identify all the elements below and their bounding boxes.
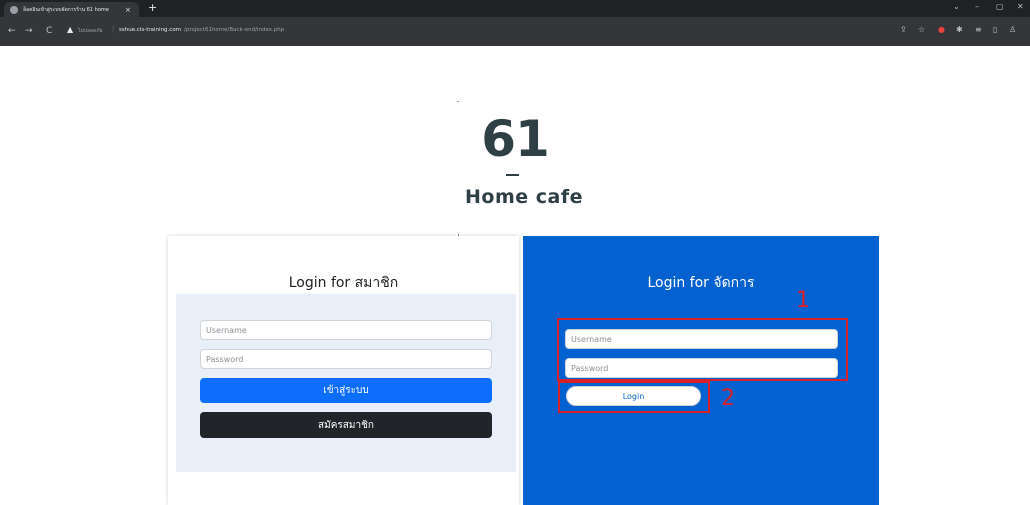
tab-search-icon[interactable]: ⌄ [953,2,960,11]
url-host: sshue.cis-training.com [119,27,182,33]
warning-icon: ▲ [67,25,74,34]
member-login-title: Login for สมาชิก [288,275,399,291]
minimize-button[interactable]: – [975,2,979,11]
member-password-input[interactable] [200,349,492,369]
forward-icon[interactable]: → [25,26,33,36]
url-path: /project61home/Back-end/index.php [184,27,285,33]
reload-icon[interactable]: C [46,26,52,36]
globe-icon [10,5,18,14]
extension-red-icon[interactable]: ● [938,25,945,34]
reading-list-icon[interactable]: ≡ [975,25,982,34]
extensions-puzzle-icon[interactable]: ✱ [956,25,963,34]
tab-close-icon[interactable]: × [125,6,131,14]
member-login-button[interactable]: เข้าสู่ระบบ [200,378,492,403]
annotation-label-2: 2 [721,386,735,411]
admin-login-title: Login for จัดการ [647,275,755,291]
tab-title: ล็อคอินเข้าสู่ระบบจัดการร้าน 61 home [23,6,109,13]
highlight-box-login [558,381,710,413]
url-field[interactable]: ▲ ไม่ปลอดภัย | sshue.cis-training.com /p… [67,25,1017,37]
url-separator: | [112,26,115,33]
highlight-box-credentials [557,318,848,381]
annotation-label-1: 1 [796,288,810,313]
logo-number: 61 [481,110,550,168]
maximize-button[interactable]: ▢ [996,2,1004,11]
register-button[interactable]: สมัครสมาชิก [200,412,492,438]
browser-address-bar: ← → C ▲ ไม่ปลอดภัย | sshue.cis-training.… [0,17,1030,46]
profile-icon[interactable]: ♙ [1009,25,1016,34]
side-panel-icon[interactable]: ▯ [993,25,997,34]
logo-divider [506,174,519,176]
member-login-panel: Login for สมาชิก [168,236,519,505]
decorative-dot [457,101,459,102]
logo-subtitle: Home cafe [465,186,583,208]
browser-tab-bar: ล็อคอินเข้าสู่ระบบจัดการร้าน 61 home × +… [0,0,1030,17]
insecure-label: ไม่ปลอดภัย [78,28,103,34]
close-window-button[interactable]: ✕ [1017,2,1024,11]
browser-tab[interactable]: ล็อคอินเข้าสู่ระบบจัดการร้าน 61 home × [4,2,139,17]
back-icon[interactable]: ← [8,26,16,36]
member-username-input[interactable] [200,320,492,340]
new-tab-button[interactable]: + [148,1,157,14]
share-icon[interactable]: ⇪ [900,25,907,34]
bookmark-star-icon[interactable]: ☆ [918,25,925,34]
